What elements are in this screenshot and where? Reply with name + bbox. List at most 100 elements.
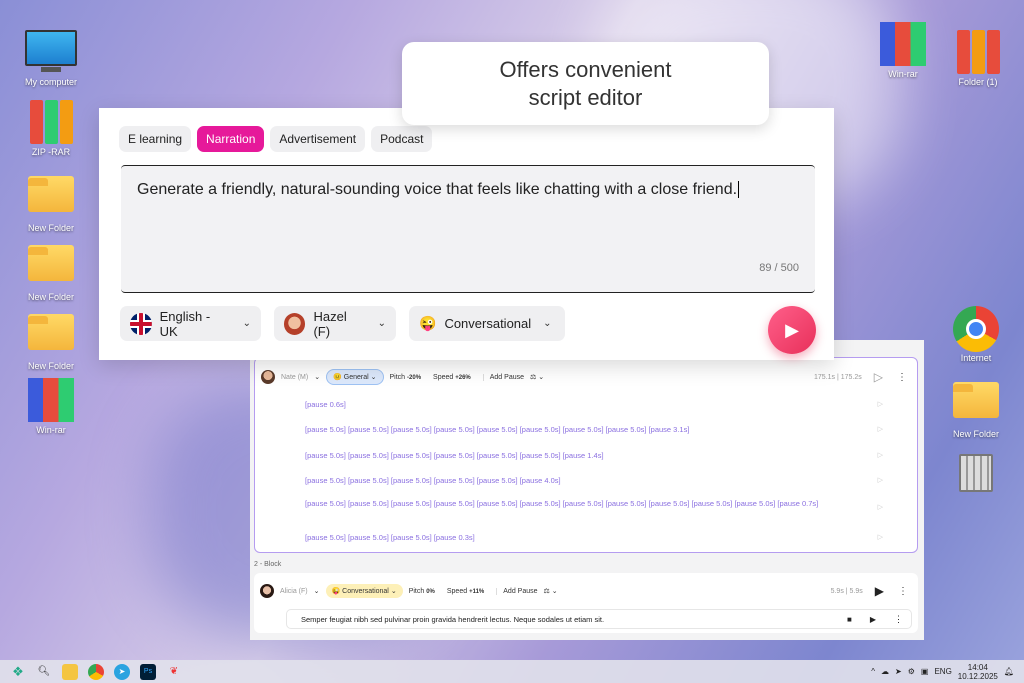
pause-settings-icon[interactable]: ⚖ ⌄ bbox=[544, 587, 558, 595]
script-line[interactable]: [pause 5.0s] [pause 5.0s] [pause 5.0s] [… bbox=[305, 451, 825, 461]
desktop-icon-zip-rar[interactable]: ZIP -RAR bbox=[16, 100, 86, 157]
tab-advertisement[interactable]: Advertisement bbox=[270, 126, 366, 152]
character-count: 89 / 500 bbox=[759, 262, 799, 274]
speed-control[interactable]: Speed +26% bbox=[433, 374, 471, 381]
play-line-icon[interactable]: ▷ bbox=[878, 425, 883, 433]
script-line[interactable]: [pause 5.0s] [pause 5.0s] [pause 5.0s] [… bbox=[305, 533, 825, 543]
app-icon[interactable]: ❦ bbox=[166, 664, 182, 680]
desktop-icon-new-folder[interactable]: New Folder bbox=[16, 306, 86, 371]
language-select[interactable]: English - UK ⌄ bbox=[120, 306, 261, 341]
style-select[interactable]: 😜 Conversational ⌄ bbox=[325, 584, 403, 598]
chevron-up-icon[interactable]: ^ bbox=[871, 667, 875, 676]
winrar-icon bbox=[880, 22, 926, 66]
notification-bell-icon[interactable]: 🔔︎ bbox=[1004, 667, 1014, 676]
play-line-icon[interactable]: ▷ bbox=[878, 451, 883, 459]
play-icon[interactable]: ▷ bbox=[874, 370, 883, 384]
language-indicator[interactable]: ENG bbox=[934, 667, 951, 676]
play-line-icon[interactable]: ▷ bbox=[878, 400, 883, 408]
tab-podcast[interactable]: Podcast bbox=[371, 126, 433, 152]
pause-settings-icon[interactable]: ⚖ ⌄ bbox=[530, 373, 544, 381]
avatar bbox=[284, 312, 306, 335]
desktop-icon-win-rar[interactable]: Win-rar bbox=[16, 378, 86, 435]
add-pause-button[interactable]: Add Pause bbox=[482, 373, 524, 381]
style-select[interactable]: 😐 General ⌄ bbox=[326, 369, 384, 385]
play-icon: ▶ bbox=[785, 319, 799, 340]
desktop-icon-new-folder[interactable]: New Folder bbox=[941, 374, 1011, 439]
voice-select[interactable]: Alicia (F) bbox=[280, 588, 308, 595]
block-toolbar: Alicia (F) ⌄ 😜 Conversational ⌄ Pitch 0% … bbox=[260, 580, 908, 602]
binders-icon bbox=[955, 30, 1001, 74]
voice-select[interactable]: Hazel (F) ⌄ bbox=[274, 306, 396, 341]
network-icon[interactable]: ☁ bbox=[881, 667, 889, 676]
script-block-1: Nate (M) ⌄ 😐 General ⌄ Pitch -20% Speed +… bbox=[254, 357, 918, 553]
play-icon[interactable]: ▶ bbox=[875, 584, 884, 598]
taskbar: ❖ 🔍︎ ➤ Ps ❦ ^ ☁ ➤ ⚙ ▣ ENG 14:04 10.12.202… bbox=[0, 660, 1024, 683]
style-select[interactable]: 😜 Conversational ⌄ bbox=[409, 306, 565, 341]
tab-narration[interactable]: Narration bbox=[197, 126, 265, 152]
winrar-icon bbox=[28, 378, 74, 422]
binders-icon bbox=[28, 100, 74, 144]
block-toolbar: Nate (M) ⌄ 😐 General ⌄ Pitch -20% Speed +… bbox=[261, 366, 907, 388]
avatar bbox=[260, 584, 274, 598]
comment-icon[interactable]: ■ bbox=[847, 615, 852, 624]
desktop-icon-folder-1[interactable]: Folder (1) bbox=[943, 30, 1013, 87]
avatar bbox=[261, 370, 275, 384]
telegram-icon[interactable]: ➤ bbox=[114, 663, 130, 680]
start-icon[interactable]: ❖ bbox=[10, 664, 26, 680]
search-icon[interactable]: 🔍︎ bbox=[36, 664, 52, 680]
script-line[interactable]: [pause 5.0s] [pause 5.0s] [pause 5.0s] [… bbox=[305, 476, 825, 486]
emoji-icon: 😜 bbox=[419, 315, 437, 331]
add-pause-button[interactable]: Add Pause bbox=[496, 587, 538, 595]
category-tabs: E learning Narration Advertisement Podca… bbox=[119, 126, 433, 152]
more-icon[interactable]: ⋮ bbox=[894, 614, 903, 625]
script-editor-card: E learning Narration Advertisement Podca… bbox=[99, 108, 834, 360]
system-tray: ^ ☁ ➤ ⚙ ▣ ENG 14:04 10.12.2025 🔔︎ bbox=[871, 663, 1014, 681]
pitch-control[interactable]: Pitch -20% bbox=[390, 374, 422, 381]
folder-icon bbox=[28, 176, 74, 220]
play-line-icon[interactable]: ▷ bbox=[878, 533, 883, 541]
folder-icon bbox=[28, 314, 74, 358]
display-icon[interactable]: ▣ bbox=[921, 667, 929, 676]
folder-icon bbox=[28, 245, 74, 289]
file-explorer-icon[interactable] bbox=[62, 663, 78, 680]
script-line[interactable]: Semper feugiat nibh sed pulvinar proin g… bbox=[286, 609, 912, 629]
desktop-icon-new-folder[interactable]: New Folder bbox=[16, 237, 86, 302]
telegram-tray-icon[interactable]: ➤ bbox=[895, 667, 902, 676]
desktop-icon-recycle-bin[interactable] bbox=[941, 450, 1011, 501]
feature-callout: Offers convenient script editor bbox=[402, 42, 769, 125]
uk-flag-icon bbox=[130, 312, 152, 335]
voice-select[interactable]: Nate (M) bbox=[281, 374, 308, 381]
more-icon[interactable]: ⋮ bbox=[898, 586, 908, 597]
monitor-icon bbox=[25, 30, 77, 74]
script-block-2: Alicia (F) ⌄ 😜 Conversational ⌄ Pitch 0% … bbox=[254, 573, 918, 633]
block-label: 2 - Block bbox=[254, 561, 282, 568]
script-line[interactable]: [pause 5.0s] [pause 5.0s] [pause 5.0s] [… bbox=[305, 425, 825, 435]
chrome-icon[interactable] bbox=[88, 663, 104, 680]
chevron-down-icon: ⌄ bbox=[314, 374, 321, 381]
chevron-down-icon: ⌄ bbox=[543, 318, 552, 329]
trash-icon bbox=[953, 454, 999, 498]
chevron-down-icon: ⌄ bbox=[242, 318, 251, 329]
chevron-down-icon: ⌄ bbox=[377, 318, 386, 329]
script-line[interactable]: [pause 0.6s] bbox=[305, 400, 825, 410]
chevron-down-icon: ⌄ bbox=[313, 588, 320, 595]
desktop-icon-internet[interactable]: Internet bbox=[941, 306, 1011, 363]
script-blocks-panel: Nate (M) ⌄ 😐 General ⌄ Pitch -20% Speed +… bbox=[250, 340, 924, 640]
desktop-icon-new-folder[interactable]: New Folder bbox=[16, 168, 86, 233]
script-line[interactable]: [pause 5.0s] [pause 5.0s] [pause 5.0s] [… bbox=[305, 499, 825, 509]
photoshop-icon[interactable]: Ps bbox=[140, 663, 156, 680]
pitch-control[interactable]: Pitch 0% bbox=[409, 588, 435, 595]
chrome-icon bbox=[953, 306, 999, 352]
speed-control[interactable]: Speed +11% bbox=[447, 588, 484, 595]
more-icon[interactable]: ⋮ bbox=[897, 372, 907, 383]
tab-e-learning[interactable]: E learning bbox=[119, 126, 192, 152]
play-line-icon[interactable]: ▷ bbox=[878, 503, 883, 511]
settings-icon[interactable]: ⚙ bbox=[908, 667, 915, 676]
play-icon[interactable]: ▶ bbox=[870, 615, 876, 624]
desktop-icon-my-computer[interactable]: My computer bbox=[16, 30, 86, 87]
desktop-icon-win-rar[interactable]: Win-rar bbox=[868, 22, 938, 79]
play-button[interactable]: ▶ bbox=[768, 306, 816, 354]
play-line-icon[interactable]: ▷ bbox=[878, 476, 883, 484]
clock[interactable]: 14:04 10.12.2025 bbox=[958, 663, 998, 681]
script-textarea[interactable]: Generate a friendly, natural-sounding vo… bbox=[121, 165, 815, 293]
